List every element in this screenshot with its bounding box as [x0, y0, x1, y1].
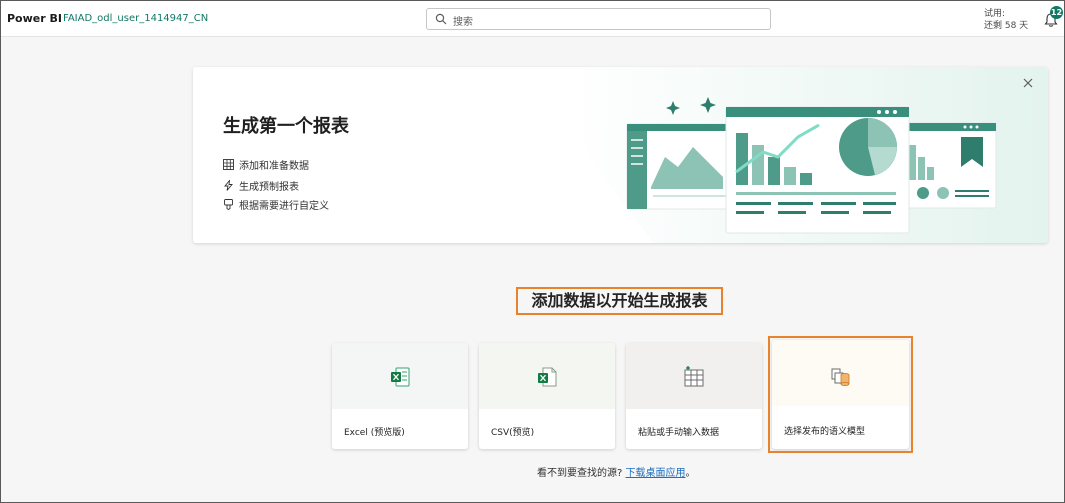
trial-days-left: 还剩 58 天: [984, 21, 1029, 31]
search-icon: [435, 13, 447, 25]
feature-label: 生成预制报表: [239, 182, 299, 193]
customize-icon: [224, 199, 233, 210]
feature-label: 添加和准备数据: [239, 161, 309, 172]
notification-badge: 12: [1050, 6, 1063, 19]
workspace-name[interactable]: FAIAD_odl_user_1414947_CN: [63, 13, 208, 24]
csv-source-card[interactable]: CSV(预览): [479, 343, 615, 449]
banner-title: 生成第一个报表: [223, 116, 349, 137]
table-grid-icon: [684, 366, 704, 387]
top-bar: Power BI FAIAD_odl_user_1414947_CN 搜索 试用…: [1, 1, 1064, 37]
footer-help: 看不到要查找的源? 下载桌面应用。: [537, 464, 696, 479]
report-illustration: [626, 97, 997, 234]
excel-icon: [391, 367, 410, 387]
highlight-outline: [768, 336, 913, 453]
card-label: Excel (预览版): [344, 428, 405, 438]
feature-add-data: 添加和准备数据: [223, 157, 309, 172]
feature-label: 根据需要进行自定义: [239, 201, 329, 212]
search-input[interactable]: 搜索: [426, 8, 771, 30]
footer-period: 。: [685, 468, 696, 479]
feature-customize: 根据需要进行自定义: [223, 197, 329, 212]
feature-build-report: 生成预制报表: [223, 178, 299, 193]
getting-started-banner: 生成第一个报表 添加和准备数据 生成预制报表 根据需要进行自定义: [193, 67, 1048, 243]
card-label: 粘贴或手动输入数据: [638, 428, 720, 438]
excel-source-card[interactable]: Excel (预览版): [332, 343, 468, 449]
card-label: CSV(预览): [491, 428, 535, 438]
close-icon[interactable]: [1022, 77, 1034, 89]
lightning-icon: [224, 180, 233, 191]
add-data-heading: 添加数据以开始生成报表: [516, 287, 723, 315]
table-icon: [223, 159, 234, 170]
trial-label: 试用:: [984, 9, 1006, 19]
app-brand[interactable]: Power BI: [7, 12, 62, 25]
download-desktop-link[interactable]: 下载桌面应用: [626, 468, 686, 479]
footer-text: 看不到要查找的源?: [537, 468, 623, 479]
trial-status[interactable]: 试用: 还剩 58 天: [984, 8, 1028, 32]
csv-icon: [538, 367, 557, 387]
paste-data-card[interactable]: 粘贴或手动输入数据: [626, 343, 762, 449]
search-placeholder: 搜索: [453, 17, 473, 28]
